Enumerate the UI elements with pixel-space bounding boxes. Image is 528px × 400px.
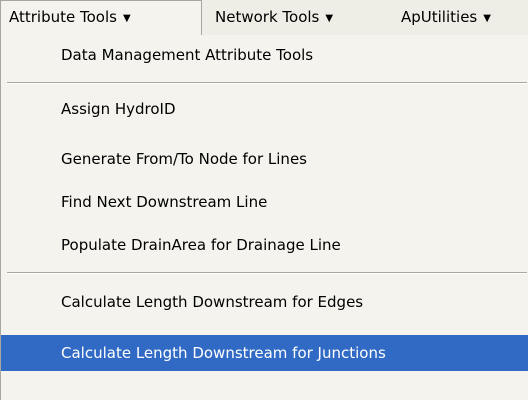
dropdown-arrow-icon: ▼ [483,13,491,24]
menu-label: ApUtilities [401,8,478,26]
menu-item-find-next-downstream-line[interactable]: Find Next Downstream Line [1,184,528,220]
menu-label: Attribute Tools [9,8,117,26]
menu-separator [7,82,527,84]
menu-aputilities[interactable]: ApUtilities ▼ [393,0,528,35]
menu-item-calculate-length-edges[interactable]: Calculate Length Downstream for Edges [1,284,528,320]
menu-item-generate-from-to-node[interactable]: Generate From/To Node for Lines [1,141,528,177]
menu-item-populate-drainarea[interactable]: Populate DrainArea for Drainage Line [1,227,528,263]
menu-bar: Attribute Tools ▼ Network Tools ▼ ApUtilit… [0,0,528,36]
attribute-tools-dropdown: Data Management Attribute Tools Assign H… [0,35,528,400]
menu-attribute-tools[interactable]: Attribute Tools ▼ [0,0,202,35]
dropdown-arrow-icon: ▼ [122,13,131,24]
menu-network-tools[interactable]: Network Tools ▼ [207,0,385,35]
menu-item-calculate-length-junctions[interactable]: Calculate Length Downstream for Junction… [1,335,528,371]
menu-separator [7,272,527,274]
menu-label: Network Tools [215,8,320,26]
dropdown-arrow-icon: ▼ [325,13,334,24]
menu-item-assign-hydroid[interactable]: Assign HydroID [1,91,528,127]
menu-item-data-management-attribute-tools[interactable]: Data Management Attribute Tools [1,37,528,73]
